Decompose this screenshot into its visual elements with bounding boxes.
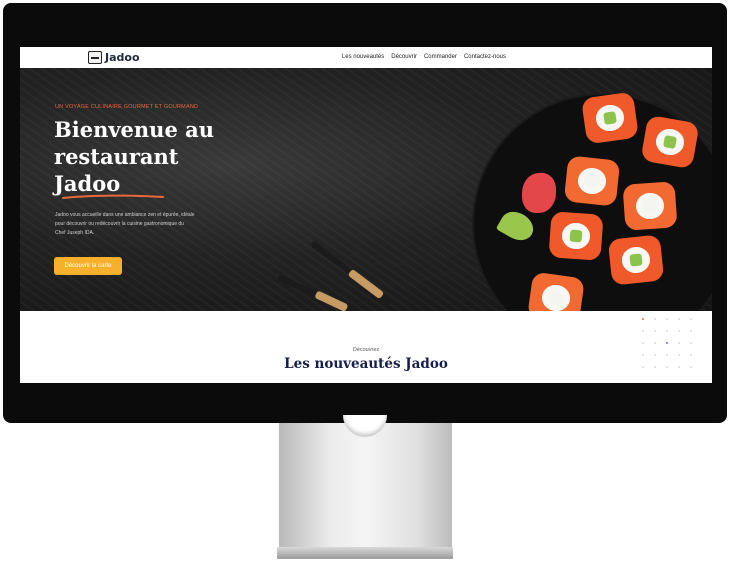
decor-dot [690, 318, 692, 320]
nav-link-nouveautes[interactable]: Les nouveautés [342, 54, 384, 60]
hero-title-line-3: Jadoo [54, 171, 121, 196]
discover-menu-button[interactable]: Découvrir la carte [54, 257, 122, 275]
decor-dot [654, 318, 656, 320]
hero-eyebrow: UN VOYAGE CULINAIRE GOURMET ET GOURMAND [55, 104, 199, 110]
sushi-roll [607, 234, 665, 286]
logo-icon [88, 51, 102, 64]
section-title: Les nouveautés Jadoo [284, 356, 448, 372]
decor-dot [678, 318, 680, 320]
sushi-roll [640, 114, 700, 170]
monitor-bezel: Jadoo Les nouveautés Découvrir Commander… [3, 3, 727, 423]
decor-dot [666, 318, 668, 320]
sushi-roll [581, 91, 639, 145]
nav-links: Les nouveautés Découvrir Commander Conta… [342, 54, 506, 60]
decor-dot [666, 330, 668, 332]
decor-dot [666, 342, 668, 344]
hero-banner: UN VOYAGE CULINAIRE GOURMET ET GOURMAND … [20, 68, 712, 353]
decor-dot [642, 342, 644, 344]
monitor-stand-base [277, 547, 453, 559]
hero-description: Jadoo vous accueille dans une ambiance z… [55, 212, 195, 236]
nav-link-commander[interactable]: Commander [424, 54, 457, 60]
decor-dot [690, 330, 692, 332]
monitor-stand [279, 415, 452, 548]
decor-dot [678, 330, 680, 332]
hero-title: Bienvenue au restaurant Jadoo [54, 116, 254, 197]
new-items-section: Découvrez Les nouveautés Jadoo [20, 311, 712, 383]
logo-text: Jadoo [105, 51, 140, 64]
sushi-roll [563, 155, 621, 207]
title-underline-decoration [62, 194, 164, 199]
screen: Jadoo Les nouveautés Découvrir Commander… [20, 47, 712, 383]
logo[interactable]: Jadoo [88, 51, 140, 64]
nav-link-decouvrir[interactable]: Découvrir [391, 54, 417, 60]
decor-dot [678, 342, 680, 344]
hero-title-line-2: restaurant [54, 144, 179, 169]
nav-link-contact[interactable]: Contactez-nous [464, 54, 506, 60]
section-label: Découvrez [352, 347, 380, 353]
sushi-roll [548, 211, 604, 261]
navbar: Jadoo Les nouveautés Découvrir Commander… [20, 47, 712, 68]
decor-dot [654, 342, 656, 344]
ginger-garnish [522, 173, 556, 213]
chopstick-wrap [347, 268, 385, 300]
decor-dot [642, 330, 644, 332]
decor-dot [690, 342, 692, 344]
hero-title-line-1: Bienvenue au [54, 117, 215, 142]
decor-dot [642, 318, 644, 320]
sushi-roll [622, 181, 678, 231]
chopstick-wrap [314, 290, 349, 312]
decor-dot [654, 330, 656, 332]
